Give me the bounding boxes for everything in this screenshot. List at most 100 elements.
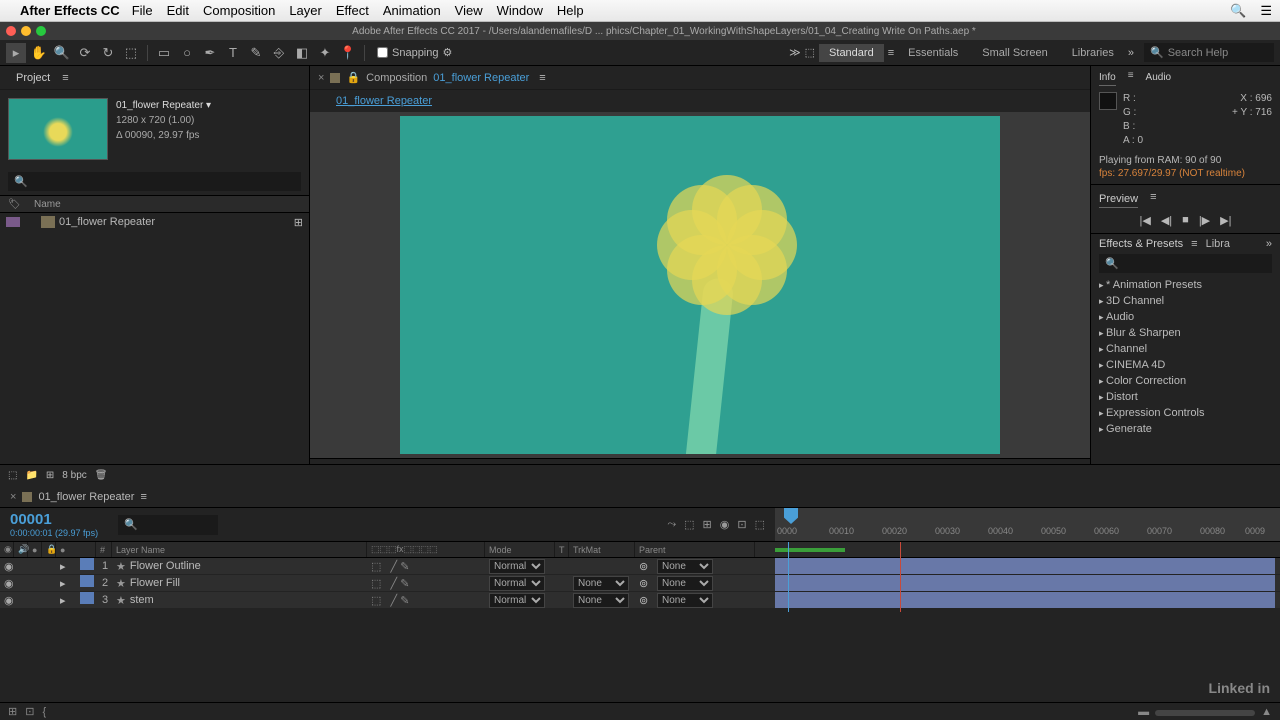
eraser-tool[interactable]: ◧ — [292, 43, 312, 63]
roto-tool[interactable]: ✦ — [315, 43, 335, 63]
effect-item[interactable]: Channel — [1099, 341, 1272, 357]
ws-menu-icon[interactable]: ≡ — [888, 47, 894, 59]
puppet-tool[interactable]: 📍 — [338, 43, 358, 63]
menu-icon[interactable]: ☰ — [1260, 3, 1272, 19]
col-trkmat[interactable]: TrkMat — [569, 542, 635, 557]
twirl-icon[interactable]: ▸ — [56, 558, 80, 574]
lock-icon[interactable]: 🔒 — [346, 71, 360, 84]
expand-icon[interactable]: ≫ — [789, 46, 801, 59]
project-search[interactable]: 🔍 — [8, 172, 301, 191]
info-menu-icon[interactable]: ≡ — [1128, 70, 1134, 86]
draft3d-icon[interactable]: ⬚ — [684, 518, 694, 531]
viewport[interactable] — [310, 112, 1090, 458]
tl-tab-name[interactable]: 01_flower Repeater — [38, 491, 134, 503]
breadcrumb[interactable]: 01_flower Repeater — [336, 95, 432, 107]
layer-bar[interactable] — [775, 575, 1275, 592]
label-color[interactable] — [80, 558, 94, 570]
panel-menu-icon[interactable]: ≡ — [62, 72, 68, 84]
effect-item[interactable]: 3D Channel — [1099, 293, 1272, 309]
shy-icon[interactable]: ⤳ — [667, 518, 676, 531]
menu-composition[interactable]: Composition — [203, 3, 275, 18]
clone-tool[interactable]: ⎆ — [269, 43, 289, 63]
ws-libraries[interactable]: Libraries — [1062, 44, 1124, 62]
pen-tool[interactable]: ✒ — [200, 43, 220, 63]
effects-tab[interactable]: Effects & Presets — [1099, 238, 1183, 250]
effect-item[interactable]: Audio — [1099, 309, 1272, 325]
snapping-menu-icon[interactable]: ⚙ — [443, 46, 453, 59]
close-tl-tab-icon[interactable]: × — [10, 491, 16, 503]
effect-item[interactable]: Expression Controls — [1099, 405, 1272, 421]
project-item[interactable]: 01_flower Repeater ⊞ — [0, 213, 309, 231]
menu-edit[interactable]: Edit — [167, 3, 189, 18]
preview-tab[interactable]: Preview — [1099, 191, 1138, 208]
twirl-icon[interactable]: ▸ — [56, 592, 80, 608]
timecode[interactable]: 00001 — [10, 511, 98, 528]
trkmat-select[interactable]: None — [573, 593, 629, 608]
layer-bar[interactable] — [775, 558, 1275, 575]
col-parent[interactable]: Parent — [635, 542, 755, 557]
mode-select[interactable]: Normal — [489, 559, 545, 574]
brush-tool[interactable]: ✎ — [246, 43, 266, 63]
ws-small[interactable]: Small Screen — [972, 44, 1057, 62]
libraries-tab[interactable]: Libra — [1206, 238, 1230, 250]
effect-item[interactable]: CINEMA 4D — [1099, 357, 1272, 373]
snapping-toggle[interactable]: Snapping ⚙ — [377, 46, 452, 59]
col-layer[interactable]: Layer Name — [112, 542, 367, 557]
trash-icon[interactable]: 🗑 — [95, 470, 108, 481]
layer-name[interactable]: Flower Fill — [130, 577, 180, 589]
label-color[interactable] — [80, 575, 94, 587]
ws-standard[interactable]: Standard — [819, 44, 884, 62]
layer-name[interactable]: stem — [130, 594, 154, 606]
interpret-icon[interactable]: ⬚ — [8, 470, 17, 481]
time-ruler[interactable]: 0000 00010 00020 00030 00040 00050 00060… — [775, 508, 1280, 541]
zoom-out-icon[interactable]: ▬ — [1138, 706, 1149, 718]
bpc-label[interactable]: 8 bpc — [62, 470, 86, 481]
graph-icon[interactable]: ⊡ — [737, 518, 746, 531]
mode-select[interactable]: Normal — [489, 593, 545, 608]
col-audio[interactable]: 🔊 — [14, 542, 28, 557]
menu-view[interactable]: View — [455, 3, 483, 18]
parent-select[interactable]: None — [657, 559, 713, 574]
motion-blur-icon[interactable]: ◉ — [720, 518, 730, 531]
col-num[interactable]: # — [96, 542, 112, 557]
parent-select[interactable]: None — [657, 576, 713, 591]
effect-item[interactable]: Color Correction — [1099, 373, 1272, 389]
menu-window[interactable]: Window — [497, 3, 543, 18]
mode-select[interactable]: Normal — [489, 576, 545, 591]
zoom-slider[interactable] — [1155, 710, 1255, 716]
effect-item[interactable]: Generate — [1099, 421, 1272, 437]
zoom-tool[interactable]: 🔍 — [52, 43, 72, 63]
effect-item[interactable]: Blur & Sharpen — [1099, 325, 1272, 341]
zoom-in-icon[interactable]: ▲ — [1261, 706, 1272, 718]
tag-icon[interactable]: 🏷 — [8, 199, 34, 210]
tl-tab-menu-icon[interactable]: ≡ — [140, 491, 146, 503]
parent-select[interactable]: None — [657, 593, 713, 608]
layer-bar[interactable] — [775, 592, 1275, 609]
last-frame-button[interactable]: ▶| — [1220, 214, 1231, 227]
effect-item[interactable]: Distort — [1099, 389, 1272, 405]
hand-tool[interactable]: ✋ — [29, 43, 49, 63]
parent-pick-icon[interactable]: ⊚ — [635, 575, 653, 591]
toggle-modes-icon[interactable]: ⊡ — [25, 705, 34, 718]
col-switches[interactable]: ⬚⬚⬚fx⬚⬚⬚⬚ — [367, 542, 485, 557]
maximize-button[interactable] — [36, 26, 46, 36]
orbit-tool[interactable]: ⟳ — [75, 43, 95, 63]
close-tab-icon[interactable]: × — [318, 72, 324, 84]
effects-menu-icon[interactable]: ≡ — [1191, 238, 1197, 250]
toggle-in-out-icon[interactable]: { — [42, 706, 46, 718]
flowchart-icon[interactable]: ⊞ — [294, 216, 303, 229]
col-solo[interactable]: ● — [28, 542, 42, 557]
prev-frame-button[interactable]: ◀| — [1161, 214, 1172, 227]
snapping-checkbox[interactable] — [377, 47, 388, 58]
project-tab[interactable]: Project — [8, 69, 58, 87]
timeline-search[interactable]: 🔍 — [118, 515, 218, 535]
rotate-tool[interactable]: ↻ — [98, 43, 118, 63]
more-tabs-icon[interactable]: » — [1266, 238, 1272, 250]
parent-pick-icon[interactable]: ⊚ — [635, 558, 653, 574]
toggle-switches-icon[interactable]: ⊞ — [8, 705, 17, 718]
label-color[interactable] — [80, 592, 94, 604]
effect-item[interactable]: * Animation Presets — [1099, 277, 1272, 293]
info-tab[interactable]: Info — [1099, 70, 1116, 86]
audio-tab[interactable]: Audio — [1146, 70, 1172, 86]
eye-toggle[interactable]: ◉ — [0, 575, 14, 591]
